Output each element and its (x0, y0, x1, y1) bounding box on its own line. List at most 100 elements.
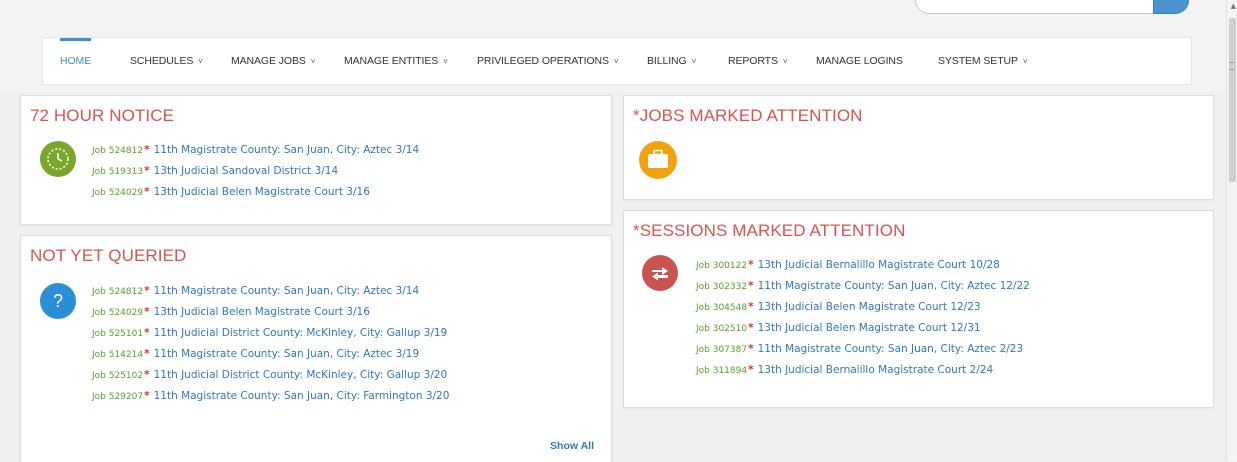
nav-privileged-operations-label: PRIVILEGED OPERATIONS (477, 55, 609, 67)
job-link[interactable]: Job 524029 (92, 308, 143, 318)
job-description-link[interactable]: 11th Magistrate County: San Juan, City: … (154, 348, 420, 360)
scroll-up-arrow-icon[interactable]: ▲ (1231, 2, 1236, 10)
required-marker: * (144, 369, 150, 381)
job-description-link[interactable]: 13th Judicial Belen Magistrate Court 3/1… (154, 306, 370, 318)
main-navigation: HOME SCHEDULES ˅ MANAGE JOBS ˅ MANAGE ENTI… (42, 37, 1192, 85)
job-link[interactable]: Job 525101 (92, 329, 143, 339)
question-icon: ? (40, 283, 76, 319)
list-item: Job 300122* 13th Judicial Bernalillo Magi… (696, 255, 1030, 276)
job-description-link[interactable]: 13th Judicial Belen Magistrate Court 3/1… (154, 186, 370, 198)
sessions-list: Job 300122 * 13th Judicial Bernalillo Magi… (696, 255, 1030, 381)
nav-schedules-label: SCHEDULES (130, 55, 194, 67)
job-link[interactable]: Job 300122 (696, 261, 747, 271)
list-item: Job 524812* 11th Magistrate County: San J… (92, 281, 449, 302)
job-description-link[interactable]: 13th Judicial Bernalillo Magistrate Cour… (758, 364, 994, 376)
panel-not-yet-queried: NOT YET QUERIED ? Job 524812* 11th Magist… (20, 235, 612, 462)
job-description-link[interactable]: 11th Magistrate County: San Juan, City: … (758, 280, 1030, 292)
nav-home[interactable]: HOME (60, 38, 91, 84)
job-description-link[interactable]: 11th Magistrate County: San Juan, City: … (154, 144, 420, 156)
search-box[interactable] (915, 0, 1189, 14)
required-marker: * (748, 364, 754, 376)
nav-manage-jobs-label: MANAGE JOBS (231, 55, 306, 67)
list-item: Job 311894* 13th Judicial Bernalillo Magi… (696, 360, 1030, 381)
chevron-down-icon: ˅ (691, 57, 697, 66)
chevron-down-icon: ˅ (1022, 57, 1028, 66)
panel-title: NOT YET QUERIED (30, 246, 187, 265)
list-item: Job 302510* 13th Judicial Belen Magistrat… (696, 318, 1030, 339)
job-description-link[interactable]: 11th Magistrate County: San Juan, City: … (154, 285, 420, 297)
nav-reports[interactable]: REPORTS ˅ (728, 38, 788, 84)
list-item: Job 519313* 13th Judicial Sandoval Distri… (92, 161, 419, 182)
list-item: Job 514214* 11th Magistrate County: San J… (92, 344, 449, 365)
panel-72-hour-notice: 72 HOUR NOTICE Job 524812* 11th Magistrat… (20, 95, 612, 225)
required-marker: * (144, 285, 150, 297)
job-description-link[interactable]: 11th Judicial District County: McKinley,… (154, 327, 448, 339)
job-description-link[interactable]: 13th Judicial Belen Magistrate Court 12/… (758, 301, 981, 313)
required-marker: * (144, 390, 150, 402)
job-link[interactable]: Job 519313 (92, 167, 143, 177)
job-link[interactable]: Job 525102 (92, 371, 143, 381)
nav-system-setup[interactable]: SYSTEM SETUP ˅ (938, 38, 1028, 84)
chevron-down-icon: ˅ (198, 57, 203, 66)
chevron-down-icon: ˅ (782, 57, 788, 66)
list-item: Job 302332* 11th Magistrate County: San J… (696, 276, 1030, 297)
nav-reports-label: REPORTS (728, 55, 778, 67)
panel-title: 72 HOUR NOTICE (30, 106, 175, 125)
search-button[interactable] (1153, 0, 1189, 14)
nav-system-setup-label: SYSTEM SETUP (938, 55, 1018, 67)
nav-billing-label: BILLING (647, 55, 687, 67)
nav-schedules[interactable]: SCHEDULES ˅ (130, 38, 203, 84)
job-description-link[interactable]: 11th Magistrate County: San Juan, City: … (154, 390, 450, 402)
clock-icon (40, 141, 76, 177)
show-all-link[interactable]: Show All (550, 440, 594, 452)
job-link[interactable]: Job 524029 (92, 188, 143, 198)
job-link[interactable]: Job 304548 (696, 303, 747, 313)
nav-manage-entities[interactable]: MANAGE ENTITIES ˅ (344, 38, 448, 84)
panel-title: *SESSIONS MARKED ATTENTION (633, 221, 906, 240)
job-description-link[interactable]: 11th Judicial District County: McKinley,… (154, 369, 448, 381)
required-marker: * (144, 186, 150, 198)
nav-privileged-operations[interactable]: PRIVILEGED OPERATIONS ˅ (477, 38, 619, 84)
question-glyph: ? (52, 290, 63, 311)
list-item: Job 307387* 11th Magistrate County: San J… (696, 339, 1030, 360)
job-link[interactable]: Job 524812 (92, 287, 143, 297)
list-item: Job 304548* 13th Judicial Belen Magistrat… (696, 297, 1030, 318)
required-marker: * (144, 306, 150, 318)
job-link[interactable]: Job 302510 (696, 324, 747, 334)
chevron-down-icon: ˅ (310, 57, 316, 66)
exchange-icon (642, 255, 678, 291)
scrollbar-thumb[interactable] (1229, 18, 1236, 182)
briefcase-icon (639, 141, 677, 179)
job-link[interactable]: Job 514214 (92, 350, 143, 360)
job-link[interactable]: Job 529207 (92, 392, 143, 402)
job-link[interactable]: Job 311894 (696, 366, 747, 376)
vertical-scrollbar[interactable]: ▲ (1226, 0, 1237, 461)
list-item: Job 524029* 13th Judicial Belen Magistrat… (92, 302, 449, 323)
list-item: Job 529207* 11th Magistrate County: San J… (92, 386, 449, 407)
panel-sessions-marked-attention: *SESSIONS MARKED ATTENTION Job 300122 * 13… (623, 210, 1214, 408)
job-link[interactable]: Job 307387 (696, 345, 747, 355)
job-link[interactable]: Job 524812 (92, 146, 143, 156)
required-marker: * (144, 348, 150, 360)
list-item: Job 525102* 11th Judicial District County… (92, 365, 449, 386)
nav-manage-logins-label: MANAGE LOGINS (816, 55, 903, 67)
grip-icon (1229, 62, 1234, 70)
nav-billing[interactable]: BILLING ˅ (647, 38, 696, 84)
job-description-link[interactable]: 13th Judicial Belen Magistrate Court 12/… (758, 322, 981, 334)
list-item: Job 525101* 11th Judicial District County… (92, 323, 449, 344)
not-queried-list: Job 524812* 11th Magistrate County: San J… (92, 281, 449, 407)
nav-manage-logins[interactable]: MANAGE LOGINS (816, 38, 903, 84)
panel-title: *JOBS MARKED ATTENTION (633, 106, 863, 125)
job-link[interactable]: Job 302332 (696, 282, 747, 292)
nav-manage-entities-label: MANAGE ENTITIES (344, 55, 439, 67)
job-description-link[interactable]: 13th Judicial Bernalillo Magistrate Cour… (758, 259, 1000, 271)
required-marker: * (748, 322, 754, 334)
job-description-link[interactable]: 13th Judicial Sandoval District 3/14 (154, 165, 339, 177)
required-marker: * (748, 301, 754, 313)
required-marker: * (748, 343, 754, 355)
job-description-link[interactable]: 11th Magistrate County: San Juan, City: … (758, 343, 1024, 355)
panel-jobs-marked-attention: *JOBS MARKED ATTENTION (623, 95, 1214, 200)
nav-manage-jobs[interactable]: MANAGE JOBS ˅ (231, 38, 315, 84)
required-marker: * (144, 165, 150, 177)
chevron-down-icon: ˅ (613, 57, 619, 66)
